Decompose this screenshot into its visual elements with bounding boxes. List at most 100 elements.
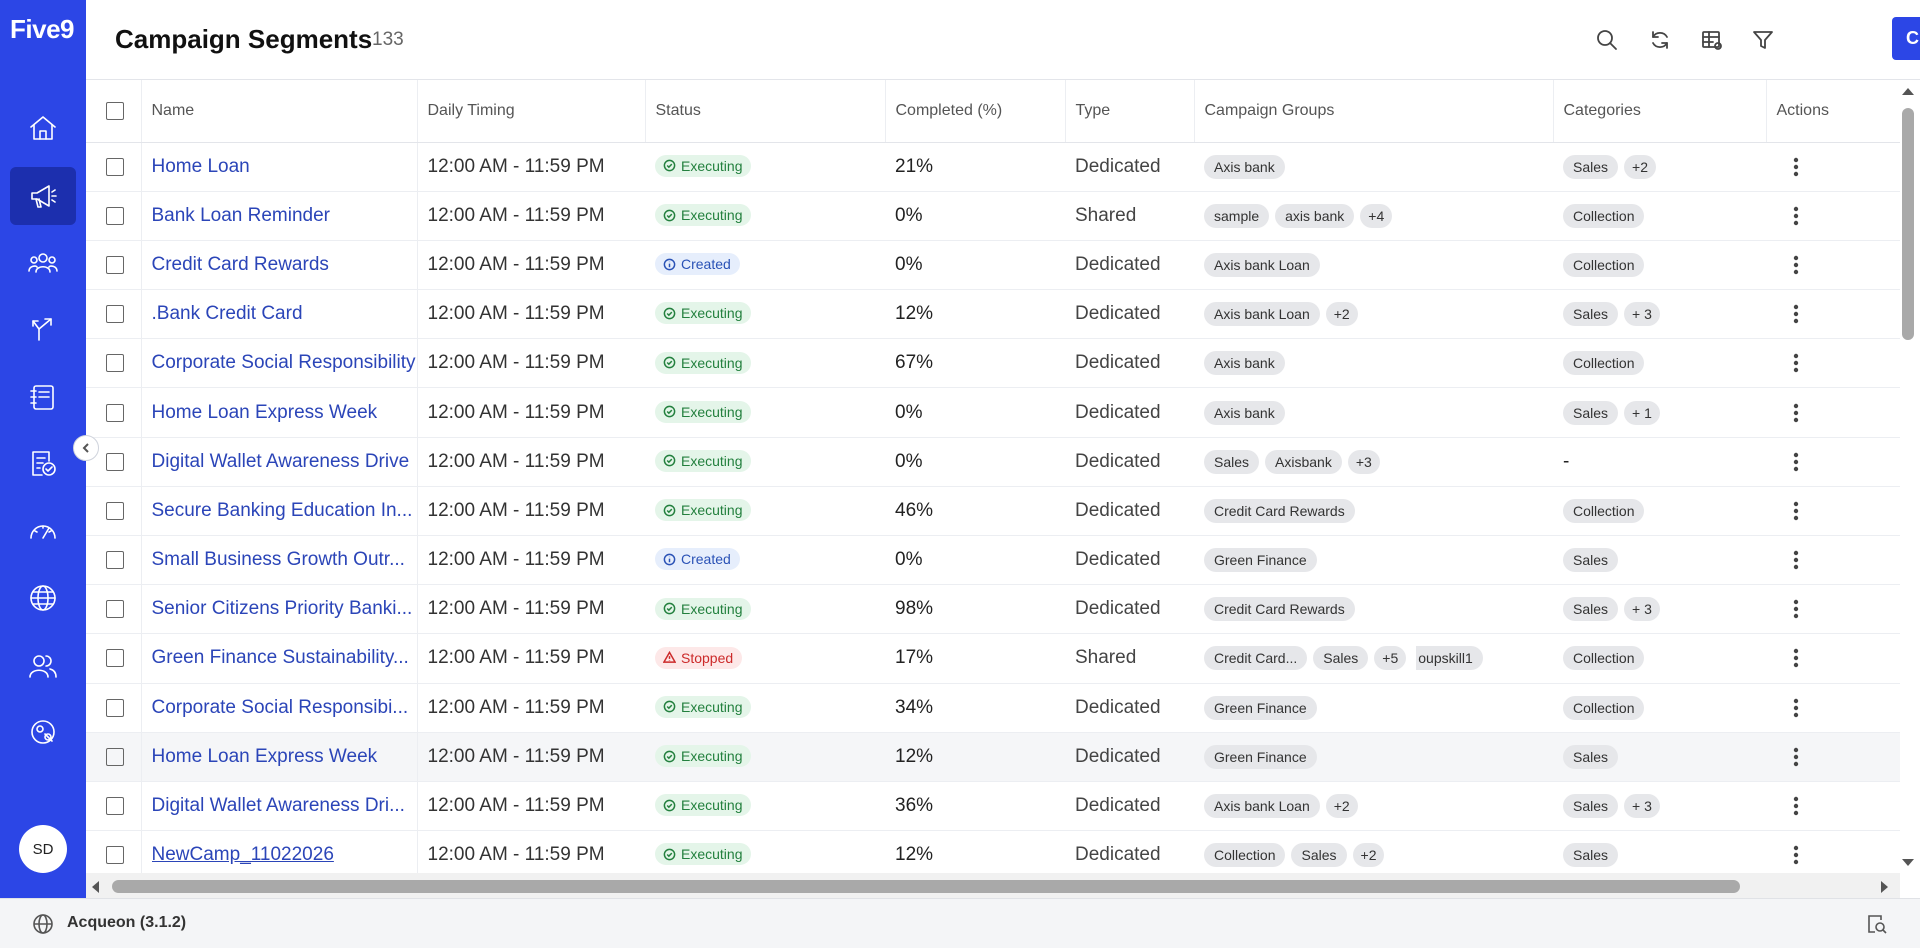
campaign-groups-more-chip[interactable]: +4 [1360,203,1393,228]
row-checkbox[interactable] [106,157,124,176]
column-header-status[interactable]: Status [645,80,886,143]
create-button[interactable]: Create [1892,17,1920,60]
row-checkbox[interactable] [106,747,124,766]
select-all-checkbox[interactable] [106,101,124,120]
row-actions-button[interactable] [1776,157,1816,177]
row-actions-button[interactable] [1776,747,1816,767]
row-actions-button[interactable] [1776,353,1816,373]
row-checkbox[interactable] [106,698,124,717]
vertical-scroll-thumb[interactable] [1902,108,1914,340]
segment-name-link[interactable]: Digital Wallet Awareness Drive [152,451,417,473]
row-actions-button[interactable] [1776,206,1816,226]
categories-more-chip[interactable]: + 1 [1624,400,1660,425]
nav-reports[interactable] [10,434,76,492]
table-row[interactable]: Senior Citizens Priority Banki... 12:00 … [86,584,1900,635]
categories-more-chip[interactable]: +2 [1624,154,1656,179]
column-header-daily-timing[interactable]: Daily Timing [417,80,646,143]
campaign-groups-more-chip[interactable]: +2 [1325,302,1358,327]
table-row[interactable]: Home Loan Express Week 12:00 AM - 11:59 … [86,387,1900,438]
column-header-categories[interactable]: Categories [1553,80,1767,143]
row-actions-button[interactable] [1776,255,1816,275]
row-actions-button[interactable] [1776,698,1816,718]
column-header-completed[interactable]: Completed (%) [885,80,1066,143]
segment-name-link[interactable]: Corporate Social Responsibility [152,352,417,374]
row-checkbox[interactable] [106,551,124,570]
campaign-groups-more-chip[interactable]: +5 [1374,646,1407,671]
row-checkbox[interactable] [106,403,124,422]
nav-settings[interactable] [10,703,76,761]
refresh-button[interactable] [1644,24,1676,56]
user-avatar[interactable]: SD [19,825,67,873]
campaign-groups-more-chip[interactable]: +2 [1325,794,1358,819]
categories-more-chip[interactable]: + 3 [1624,597,1660,622]
table-row[interactable]: Credit Card Rewards 12:00 AM - 11:59 PM … [86,240,1900,291]
segment-name-link[interactable]: .Bank Credit Card [152,303,417,325]
nav-contacts-book[interactable] [10,368,76,426]
nav-home[interactable] [10,99,76,157]
nav-routing[interactable] [10,300,76,358]
scroll-right-arrow-icon[interactable] [1880,880,1890,894]
row-checkbox[interactable] [106,206,124,225]
categories-more-chip[interactable]: + 3 [1624,794,1660,819]
filter-button[interactable] [1747,24,1779,56]
row-actions-button[interactable] [1776,403,1816,423]
table-row[interactable]: Corporate Social Responsibility 12:00 AM… [86,338,1900,389]
segment-name-link[interactable]: Corporate Social Responsibi... [152,697,417,719]
segment-name-link[interactable]: Credit Card Rewards [152,254,417,276]
segment-name-link[interactable]: NewCamp_11022026 [152,844,417,866]
column-header-name[interactable]: Name [141,80,418,143]
table-row[interactable]: Bank Loan Reminder 12:00 AM - 11:59 PM E… [86,191,1900,241]
footer-help-button[interactable] [1866,913,1888,935]
row-actions-button[interactable] [1776,845,1816,865]
nav-dashboard[interactable] [10,501,76,559]
table-row[interactable]: Home Loan Express Week 12:00 AM - 11:59 … [86,732,1900,782]
table-row[interactable]: Digital Wallet Awareness Dri... 12:00 AM… [86,781,1900,832]
row-checkbox[interactable] [106,305,124,324]
table-row[interactable]: Secure Banking Education In... 12:00 AM … [86,486,1900,537]
segment-name-link[interactable]: Green Finance Sustainability... [152,647,417,669]
row-checkbox[interactable] [106,255,124,274]
nav-global[interactable] [10,569,76,627]
collapse-sidebar-button[interactable] [73,435,99,461]
column-header-campaign-groups[interactable]: Campaign Groups [1194,80,1554,143]
table-row[interactable]: Small Business Growth Outr... 12:00 AM -… [86,535,1900,586]
table-row[interactable]: Corporate Social Responsibi... 12:00 AM … [86,683,1900,733]
table-row[interactable]: NewCamp_11022026 12:00 AM - 11:59 PM Exe… [86,830,1900,873]
scroll-up-arrow-icon[interactable] [1901,86,1915,96]
campaign-groups-more-chip[interactable]: +2 [1352,843,1385,868]
column-header-type[interactable]: Type [1065,80,1195,143]
row-checkbox[interactable] [106,452,124,471]
scroll-left-arrow-icon[interactable] [90,880,100,894]
row-checkbox[interactable] [106,797,124,816]
nav-users[interactable] [10,637,76,695]
campaign-groups-more-chip[interactable]: +3 [1347,449,1380,474]
table-row[interactable]: Digital Wallet Awareness Drive 12:00 AM … [86,437,1900,487]
segment-name-link[interactable]: Senior Citizens Priority Banki... [152,598,417,620]
segment-name-link[interactable]: Secure Banking Education In... [152,500,417,522]
row-checkbox[interactable] [106,846,124,865]
row-actions-button[interactable] [1776,550,1816,570]
row-checkbox[interactable] [106,649,124,668]
categories-more-chip[interactable]: + 3 [1624,302,1660,327]
table-row[interactable]: Home Loan 12:00 AM - 11:59 PM Executing … [86,142,1900,192]
segment-name-link[interactable]: Digital Wallet Awareness Dri... [152,795,417,817]
segment-name-link[interactable]: Home Loan Express Week [152,402,417,424]
row-actions-button[interactable] [1776,599,1816,619]
nav-groups[interactable] [10,234,76,292]
row-checkbox[interactable] [106,501,124,520]
search-button[interactable] [1591,24,1623,56]
column-settings-button[interactable] [1696,24,1728,56]
nav-campaigns[interactable] [10,167,76,225]
scroll-down-arrow-icon[interactable] [1901,858,1915,868]
segment-name-link[interactable]: Small Business Growth Outr... [152,549,417,571]
row-actions-button[interactable] [1776,501,1816,521]
row-actions-button[interactable] [1776,452,1816,472]
row-actions-button[interactable] [1776,796,1816,816]
table-row[interactable]: Green Finance Sustainability... 12:00 AM… [86,633,1900,684]
row-actions-button[interactable] [1776,304,1816,324]
segment-name-link[interactable]: Home Loan [152,156,417,178]
table-row[interactable]: .Bank Credit Card 12:00 AM - 11:59 PM Ex… [86,289,1900,340]
segment-name-link[interactable]: Home Loan Express Week [152,746,417,768]
row-checkbox[interactable] [106,354,124,373]
row-checkbox[interactable] [106,600,124,619]
